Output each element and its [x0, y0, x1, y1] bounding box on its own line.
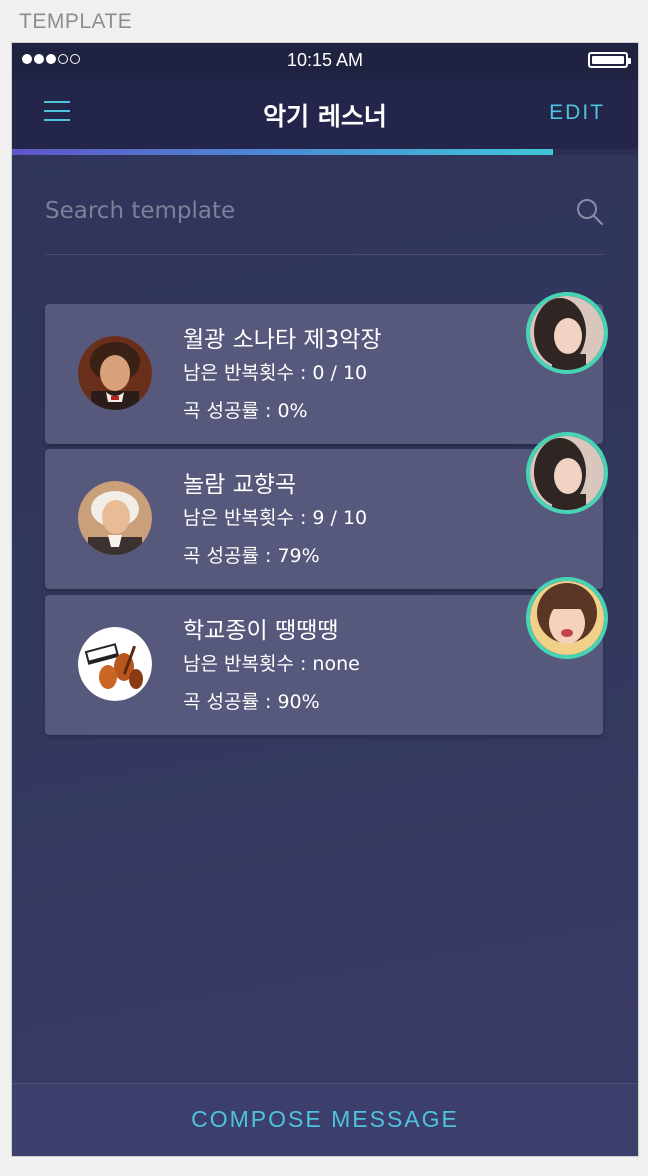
template-label: TEMPLATE [19, 10, 133, 33]
success-rate: 곡 성공률 : 90% [183, 691, 320, 713]
repetitions-remaining: 남은 반복횟수 : 0 / 10 [183, 362, 368, 384]
status-time: 10:15 AM [286, 50, 364, 70]
search-bar [45, 183, 605, 255]
lesson-card[interactable]: 놀람 교향곡 남은 반복횟수 : 9 / 10 곡 성공률 : 79% [45, 449, 603, 589]
battery-icon [588, 52, 631, 68]
search-input[interactable] [45, 193, 545, 229]
success-rate: 곡 성공률 : 0% [183, 400, 308, 422]
repetitions-remaining: 남은 반복횟수 : 9 / 10 [183, 507, 368, 529]
lesson-title: 월광 소나타 제3악장 [183, 327, 382, 353]
page-title: 악기 레스너 [263, 102, 387, 131]
user-avatar[interactable] [526, 292, 608, 374]
lesson-title: 학교종이 땡땡땡 [183, 618, 339, 644]
composer-avatar [78, 336, 152, 410]
navigation-bar: 악기 레스너 EDIT [12, 79, 638, 149]
edit-button[interactable]: EDIT [549, 101, 605, 125]
user-avatar[interactable] [526, 577, 608, 659]
compose-message-button[interactable]: COMPOSE MESSAGE [12, 1106, 638, 1133]
compose-bar: COMPOSE MESSAGE [12, 1083, 638, 1156]
search-icon[interactable] [575, 197, 605, 227]
lesson-card[interactable]: 월광 소나타 제3악장 남은 반복횟수 : 0 / 10 곡 성공률 : 0% [45, 304, 603, 444]
progress-bar [12, 149, 638, 155]
phone-screen: 10:15 AM 악기 레스너 EDIT 월광 [12, 43, 638, 1156]
instruments-avatar [78, 627, 152, 701]
status-bar: 10:15 AM [12, 43, 638, 79]
repetitions-remaining: 남은 반복횟수 : none [183, 653, 360, 675]
success-rate: 곡 성공률 : 79% [183, 545, 320, 567]
lesson-title: 놀람 교향곡 [183, 472, 297, 498]
progress-fill [12, 149, 554, 155]
user-avatar[interactable] [526, 432, 608, 514]
lesson-card[interactable]: 학교종이 땡땡땡 남은 반복횟수 : none 곡 성공률 : 90% [45, 595, 603, 735]
composer-avatar [78, 481, 152, 555]
